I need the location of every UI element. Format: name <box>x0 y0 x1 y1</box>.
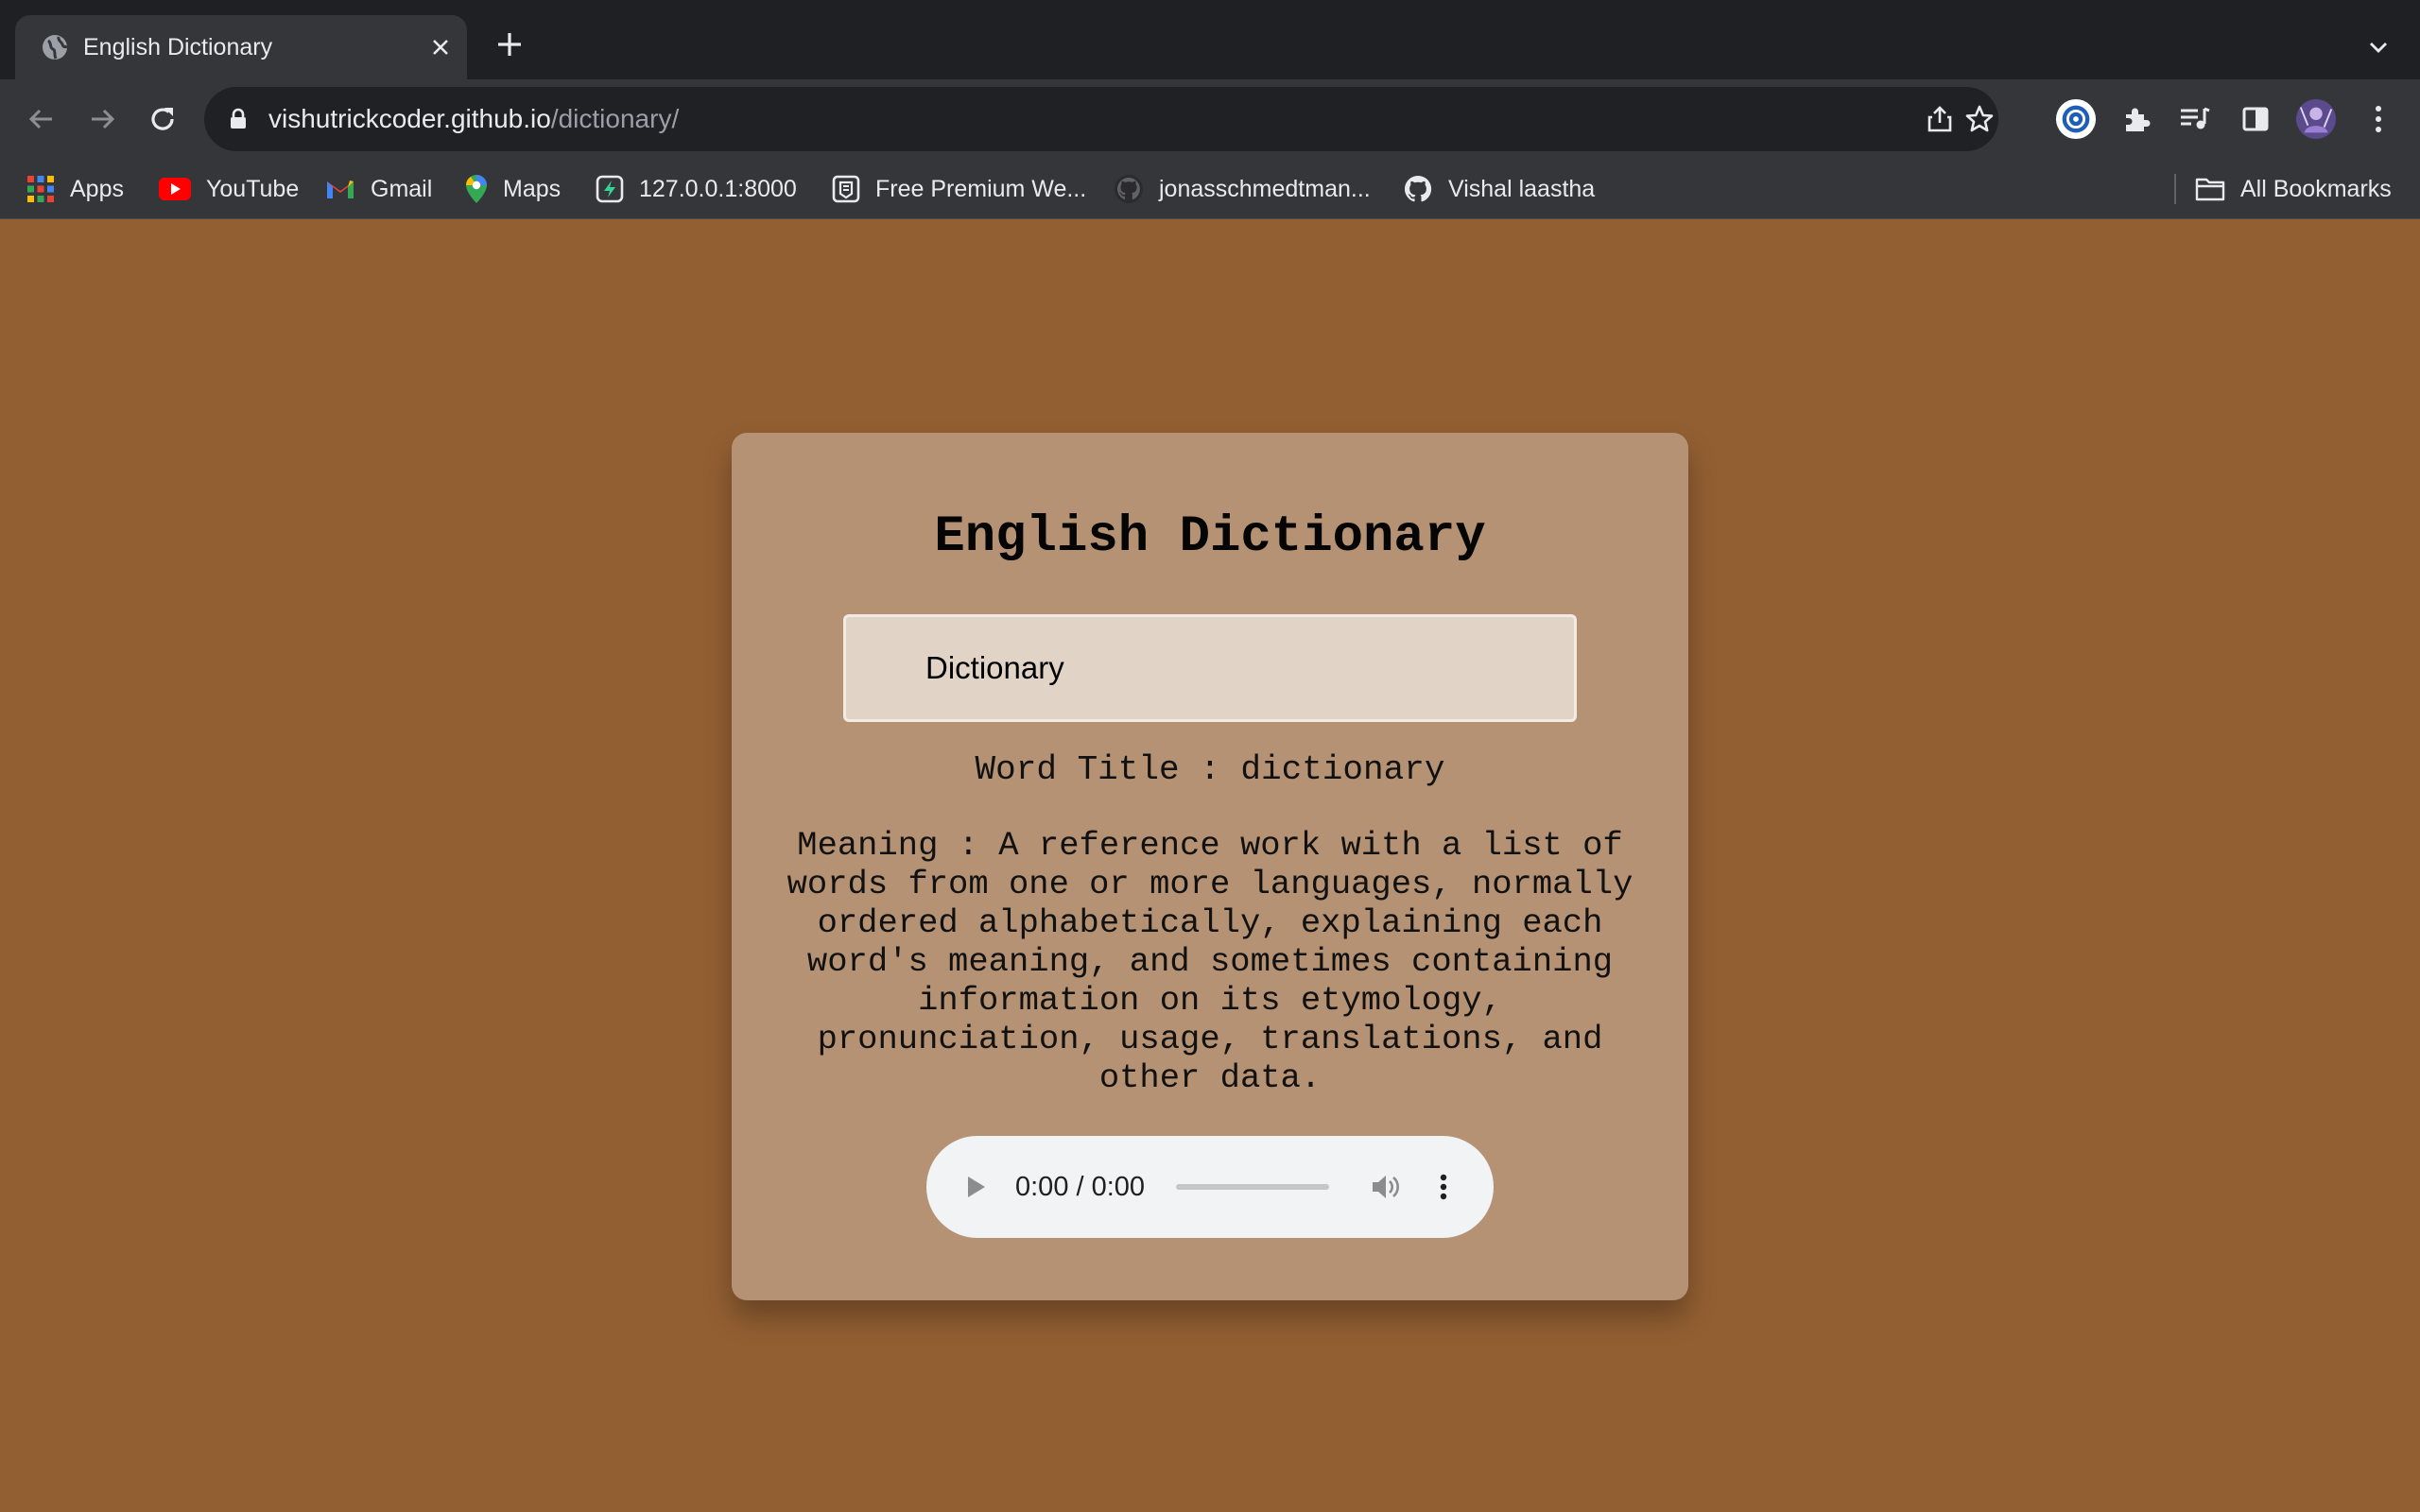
bookmark-maps[interactable]: Maps <box>465 159 561 219</box>
side-panel-icon[interactable] <box>2235 98 2276 140</box>
volume-icon[interactable] <box>1367 1168 1405 1206</box>
share-icon[interactable] <box>1923 102 1957 136</box>
page-title: English Dictionary <box>934 508 1486 566</box>
chevron-down-icon[interactable] <box>2360 28 2397 66</box>
dictionary-card: English Dictionary Word Title : dictiona… <box>732 433 1688 1300</box>
gmail-icon <box>327 180 354 198</box>
word-meaning: Meaning : A reference work with a list o… <box>786 826 1634 1097</box>
bookmark-free-premium[interactable]: Free Premium We... <box>832 159 1086 219</box>
bookmark-label: Free Premium We... <box>875 175 1087 202</box>
folder-icon <box>2195 178 2225 201</box>
reload-icon[interactable] <box>142 98 183 140</box>
tab-title: English Dictionary <box>83 34 273 60</box>
back-arrow-icon[interactable] <box>21 98 62 140</box>
bookmarks-divider <box>2174 174 2176 204</box>
bookmarks-bar: Apps YouTube Gmail Maps 127.0.0.1:8000 F… <box>0 159 2420 219</box>
word-search-input[interactable] <box>843 614 1577 722</box>
bookmark-label: Gmail <box>371 175 433 202</box>
extension-circle-icon[interactable] <box>2055 98 2097 140</box>
bookmark-label: Vishal laastha <box>1448 175 1596 202</box>
browser-toolbar: vishutrickcoder.github.io/dictionary/ <box>0 79 2420 159</box>
apps-grid-icon <box>27 176 54 202</box>
bookmark-gmail[interactable]: Gmail <box>325 159 432 219</box>
url-host: vishutrickcoder.github.io <box>268 104 551 133</box>
bookmark-youtube[interactable]: YouTube <box>159 159 299 219</box>
profile-avatar-icon[interactable] <box>2295 98 2337 140</box>
github-icon <box>1115 175 1143 203</box>
star-icon[interactable] <box>1962 102 1996 136</box>
forward-arrow-icon[interactable] <box>81 98 123 140</box>
maps-icon <box>466 175 487 203</box>
active-tab[interactable]: English Dictionary <box>15 15 467 79</box>
kebab-menu-icon[interactable] <box>2358 98 2399 140</box>
new-tab-icon[interactable] <box>492 26 527 62</box>
bolt-icon <box>596 175 624 203</box>
media-queue-icon[interactable] <box>2174 98 2216 140</box>
puzzle-icon[interactable] <box>2116 98 2157 140</box>
lock-icon[interactable] <box>227 108 250 130</box>
url-path: /dictionary/ <box>550 104 680 133</box>
bookmark-label: 127.0.0.1:8000 <box>639 175 797 202</box>
bookmark-localhost[interactable]: 127.0.0.1:8000 <box>596 159 797 219</box>
audio-player: 0:00 / 0:00 <box>926 1136 1494 1238</box>
play-icon[interactable] <box>959 1170 993 1204</box>
audio-progress-bar[interactable] <box>1176 1184 1329 1190</box>
bookmark-vishal[interactable]: Vishal laastha <box>1403 159 1595 219</box>
page-icon <box>832 175 860 203</box>
bookmark-apps[interactable]: Apps <box>26 159 124 219</box>
page-body: English Dictionary Word Title : dictiona… <box>0 219 2420 1512</box>
address-bar[interactable]: vishutrickcoder.github.io/dictionary/ <box>204 87 1998 151</box>
bookmark-label: jonasschmedtman... <box>1159 175 1371 202</box>
word-title: Word Title : dictionary <box>975 750 1445 789</box>
globe-icon <box>43 35 68 60</box>
url-text[interactable]: vishutrickcoder.github.io/dictionary/ <box>268 87 679 151</box>
all-bookmarks-label: All Bookmarks <box>2240 175 2392 202</box>
youtube-icon <box>159 178 191 200</box>
tab-strip: English Dictionary <box>0 0 2420 79</box>
github-icon <box>1404 175 1432 202</box>
audio-time: 0:00 / 0:00 <box>1015 1172 1146 1202</box>
bookmark-jonas[interactable]: jonasschmedtman... <box>1114 159 1371 219</box>
bookmark-label: YouTube <box>206 175 300 202</box>
bookmark-label: Maps <box>503 175 562 202</box>
close-tab-icon[interactable] <box>427 34 454 60</box>
audio-options-icon[interactable] <box>1429 1168 1458 1206</box>
all-bookmarks-folder[interactable]: All Bookmarks <box>2195 159 2392 219</box>
bookmark-label: Apps <box>70 175 124 202</box>
